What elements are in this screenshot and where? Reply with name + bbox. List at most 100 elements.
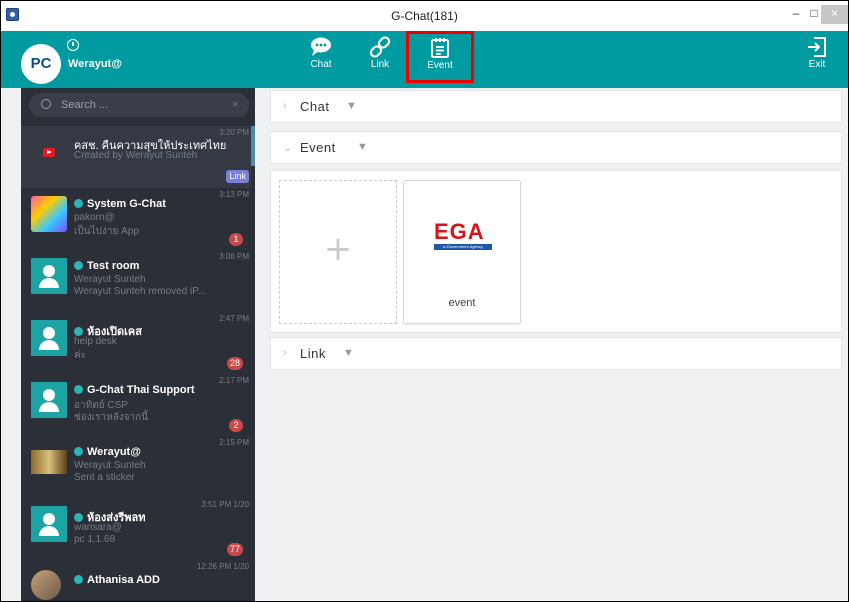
chat-list-item[interactable]: System G-Chat pakorn@ เป็นไปง่าย App 3:1… [21,188,251,250]
chat-last-message: ค่ะ [74,350,87,361]
close-button[interactable]: × [821,5,848,24]
section-title: Event [300,140,336,155]
chat-avatar [31,450,67,474]
unread-badge: 1 [229,233,243,246]
window-title: G-Chat(181) [391,9,458,23]
nav-link-button[interactable]: Link [352,33,408,83]
main-panel: › Chat ▼ ⌄ Event ▼ + EGA e-Government Ag… [255,88,848,601]
person-avatar-icon [31,258,67,294]
chat-bubble-icon [311,37,331,56]
app-window: G-Chat(181) – □ × PC Werayut@ Chat Link [0,0,849,602]
chat-time: 12:26 PM 1/20 [196,562,249,571]
person-avatar-icon [31,382,67,418]
person-icon [74,199,83,208]
user-avatar[interactable]: PC [21,44,61,84]
unread-badge: 77 [226,543,243,556]
unread-badge: 28 [226,357,243,370]
ega-logo: EGA e-Government Agency [434,221,492,250]
chat-subtitle: Werayut Sunteh [74,460,146,471]
event-list: + EGA e-Government Agency event [270,170,842,333]
unread-badge: 2 [229,419,243,432]
maximize-button[interactable]: □ [807,5,821,24]
section-title: Link [300,346,326,361]
chat-name: Athanisa ADD [74,574,160,586]
youtube-icon [43,148,55,157]
chat-list-item[interactable]: ห้องเปิดเคส help desk ค่ะ 2:47 PM 28 [21,312,251,374]
chat-time: 2:47 PM [219,314,249,323]
event-card[interactable]: EGA e-Government Agency event [403,180,521,324]
chat-subtitle: Werayut Sunteh [74,274,146,285]
chat-time: 3:13 PM [219,190,249,199]
nav-event-button[interactable]: Event [406,31,474,83]
nav-exit-label: Exit [808,59,826,70]
clock-icon[interactable] [67,39,79,51]
chat-list-item[interactable]: Werayut@ Werayut Sunteh Sent a sticker 2… [21,436,251,498]
nav-exit-button[interactable]: Exit [789,33,845,83]
chat-list-item[interactable]: G-Chat Thai Support อาทิตย์ CSP ช่องเราห… [21,374,251,436]
chat-list-sidebar: Search ... × คสช. คืนความสุขให้ประเทศไทย… [21,88,255,601]
chat-subtitle: Created by Werayut Sunteh [74,150,198,161]
chat-list-item[interactable]: คสช. คืนความสุขให้ประเทศไทย Created by W… [21,126,251,188]
search-input[interactable]: Search ... × [29,93,249,117]
plus-icon: + [323,229,353,269]
chat-last-message: pc 1.1.68 [74,534,116,545]
add-event-button[interactable]: + [279,180,397,324]
chat-time: 3:20 PM [219,128,249,137]
chat-name: G-Chat Thai Support [74,384,195,396]
chat-section-header[interactable]: › Chat ▼ [270,90,842,123]
link-badge: Link [226,170,249,183]
logo-subtitle: e-Government Agency [434,244,492,250]
chat-avatar [31,196,67,232]
filter-icon[interactable]: ▼ [343,347,354,359]
nav-chat-button[interactable]: Chat [293,33,349,83]
title-bar: G-Chat(181) – □ × [1,1,848,31]
chat-list-item[interactable]: Test room Werayut Sunteh Werayut Sunteh … [21,250,251,312]
chat-last-message: ช่องเราหลังจากนี้ [74,412,149,423]
chat-time: 3:08 PM [219,252,249,261]
user-name: Werayut@ [68,58,122,70]
nav-chat-label: Chat [310,59,332,70]
chat-list-item[interactable]: Athanisa ADD 12:26 PM 1/20 [21,560,251,601]
logo-letters: EGA [434,219,485,244]
chat-list-item[interactable]: ห้องส่งรีพลท warisara@ pc 1.1.68 3:51 PM… [21,498,251,560]
person-icon [74,447,83,456]
chevron-right-icon: › [283,100,287,112]
chat-subtitle: warisara@ [74,522,122,533]
link-icon [369,36,391,58]
clear-search-icon[interactable]: × [232,97,239,111]
chat-avatar [31,570,61,600]
filter-icon[interactable]: ▼ [346,100,357,112]
exit-icon [808,37,826,57]
chat-time: 2:17 PM [219,376,249,385]
event-section-header[interactable]: ⌄ Event ▼ [270,131,842,164]
chat-time: 2:15 PM [219,438,249,447]
nav-event-label: Event [427,60,453,71]
person-icon [74,327,83,336]
chat-subtitle: pakorn@ [74,212,115,223]
person-icon [74,261,83,270]
search-icon [41,99,51,109]
filter-icon[interactable]: ▼ [357,141,368,153]
chat-time: 3:51 PM 1/20 [201,500,249,509]
person-icon [74,385,83,394]
link-section-header[interactable]: › Link ▼ [270,337,842,370]
chat-name: System G-Chat [74,198,166,210]
nav-link-label: Link [370,59,390,70]
section-title: Chat [300,99,330,114]
event-notes-icon [431,38,449,58]
chat-last-message: Werayut Sunteh removed iP... [74,286,206,297]
chat-subtitle: help desk [74,336,117,347]
person-avatar-icon [31,320,67,356]
chat-name: Werayut@ [74,446,141,458]
chat-name: Test room [74,260,139,272]
chevron-right-icon: › [283,347,287,359]
person-icon [74,513,83,522]
search-placeholder: Search ... [61,99,109,111]
chat-last-message: Sent a sticker [74,472,135,483]
event-caption: event [448,297,476,309]
chevron-down-icon: ⌄ [283,142,293,154]
chat-last-message: เป็นไปง่าย App [74,226,139,237]
person-avatar-icon [31,506,67,542]
minimize-button[interactable]: – [790,5,802,24]
person-icon [74,575,83,584]
